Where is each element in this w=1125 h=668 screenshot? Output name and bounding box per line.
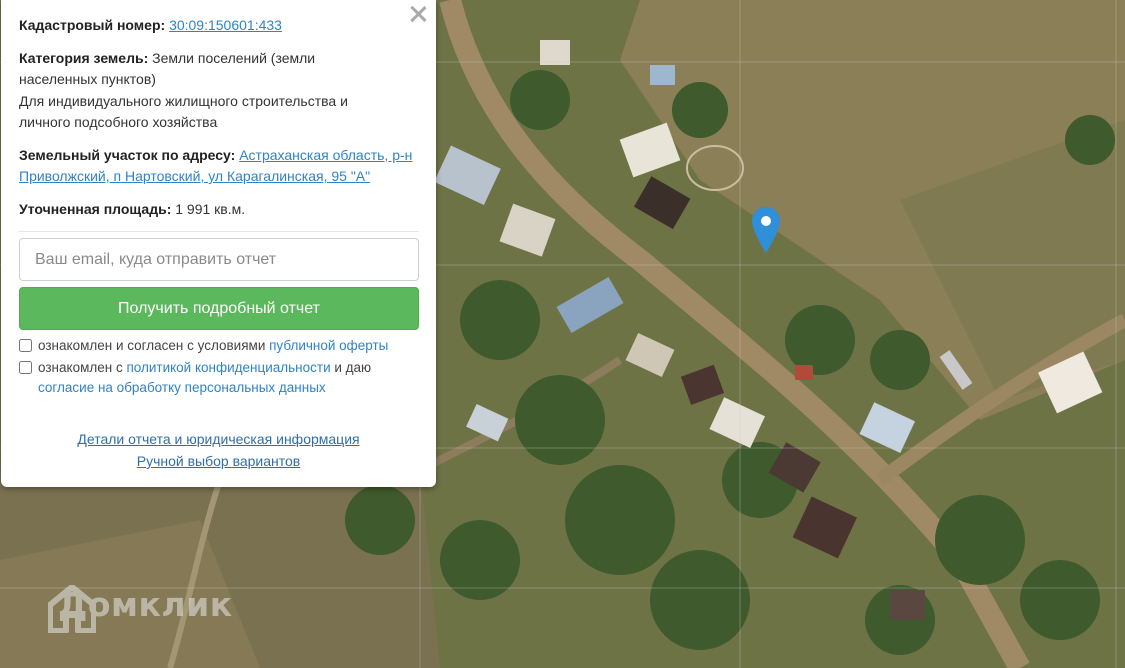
privacy-agreement-checkbox[interactable] [19, 361, 32, 374]
area-label: Уточненная площадь: [19, 200, 172, 217]
address-label: Земельный участок по адресу: [19, 146, 236, 163]
close-icon[interactable] [408, 4, 428, 24]
location-pin-icon[interactable] [752, 207, 780, 255]
divider [18, 231, 419, 232]
privacy-agreement-mid: и даю [330, 360, 372, 375]
domclick-logo-icon [48, 585, 96, 633]
privacy-agreement-text: ознакомлен с [38, 360, 127, 375]
cadastral-number-row: Кадастровый номер: 30:09:150601:433 [19, 15, 418, 37]
email-input[interactable] [19, 238, 419, 281]
land-category-row: Категория земель: Земли поселений (земли… [19, 48, 389, 134]
get-report-button[interactable]: Получить подробный отчет [19, 287, 419, 330]
cadastral-number-label: Кадастровый номер: [19, 17, 166, 33]
cadastral-number-link[interactable]: 30:09:150601:433 [169, 17, 282, 33]
cadastral-info-popup: Кадастровый номер: 30:09:150601:433 Кате… [1, 0, 436, 487]
offer-agreement-text: ознакомлен и согласен с условиями [38, 338, 270, 353]
domclick-watermark: Домклик [48, 585, 233, 633]
public-offer-link[interactable]: публичной оферты [269, 338, 388, 353]
report-details-link[interactable]: Детали отчета и юридическая информация [19, 428, 418, 450]
offer-agreement-checkbox[interactable] [19, 339, 32, 352]
land-usage-value: Для индивидуального жилищного строительс… [19, 92, 348, 131]
address-row: Земельный участок по адресу: Астраханска… [19, 145, 419, 188]
manual-selection-link[interactable]: Ручной выбор вариантов [19, 450, 418, 472]
personal-data-consent-link[interactable]: согласие на обработку персональных данны… [38, 380, 326, 395]
area-value: 1 991 кв.м. [175, 200, 246, 217]
footer-links: Детали отчета и юридическая информация Р… [19, 428, 418, 472]
privacy-agreement-row: ознакомлен с политикой конфиденциальност… [19, 358, 418, 398]
land-category-label: Категория земель: [19, 49, 149, 66]
area-row: Уточненная площадь: 1 991 кв.м. [19, 199, 418, 221]
offer-agreement-row: ознакомлен и согласен с условиями публич… [19, 336, 418, 356]
privacy-policy-link[interactable]: политикой конфиденциальности [126, 360, 330, 375]
